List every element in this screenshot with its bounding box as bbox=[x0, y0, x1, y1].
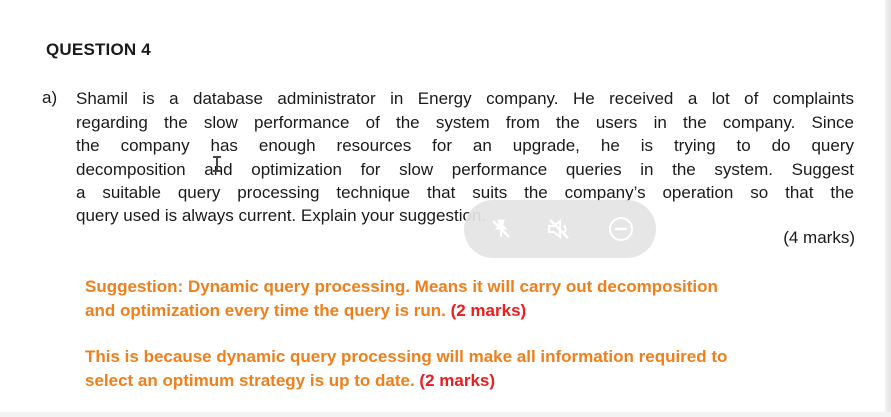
floating-media-toolbar bbox=[464, 200, 656, 258]
pin-off-icon[interactable] bbox=[486, 214, 516, 244]
question-line: regarding the slow performance of the sy… bbox=[76, 113, 854, 132]
answer-line: This is because dynamic query processing… bbox=[85, 347, 728, 366]
question-heading: QUESTION 4 bbox=[46, 40, 151, 59]
text-cursor-icon bbox=[213, 156, 221, 172]
answer-line: and optimization every time the query is… bbox=[85, 299, 855, 323]
answer-reason: This is because dynamic query processing… bbox=[85, 345, 855, 393]
page-edge bbox=[885, 0, 891, 417]
answer-marks: (2 marks) bbox=[419, 371, 496, 390]
answer-line-text: select an optimum strategy is up to date… bbox=[85, 371, 415, 390]
answer-line: Suggestion: Dynamic query processing. Me… bbox=[85, 277, 718, 296]
question-line: Shamil is a database administrator in En… bbox=[76, 89, 854, 108]
minus-circle-icon[interactable] bbox=[606, 214, 636, 244]
answer-line: select an optimum strategy is up to date… bbox=[85, 369, 855, 393]
mute-icon[interactable] bbox=[544, 214, 574, 244]
question-line: the company has enough resources for an … bbox=[76, 136, 854, 155]
answer-marks: (2 marks) bbox=[450, 301, 527, 320]
question-marks: (4 marks) bbox=[783, 228, 855, 247]
page-bottom-edge bbox=[0, 412, 891, 417]
answer-line-text: and optimization every time the query is… bbox=[85, 301, 446, 320]
question-line: a suitable query processing technique th… bbox=[76, 183, 854, 202]
answer-suggestion: Suggestion: Dynamic query processing. Me… bbox=[85, 275, 855, 323]
question-line: decomposition and optimization for slow … bbox=[76, 160, 854, 179]
question-part-label: a) bbox=[42, 88, 58, 107]
